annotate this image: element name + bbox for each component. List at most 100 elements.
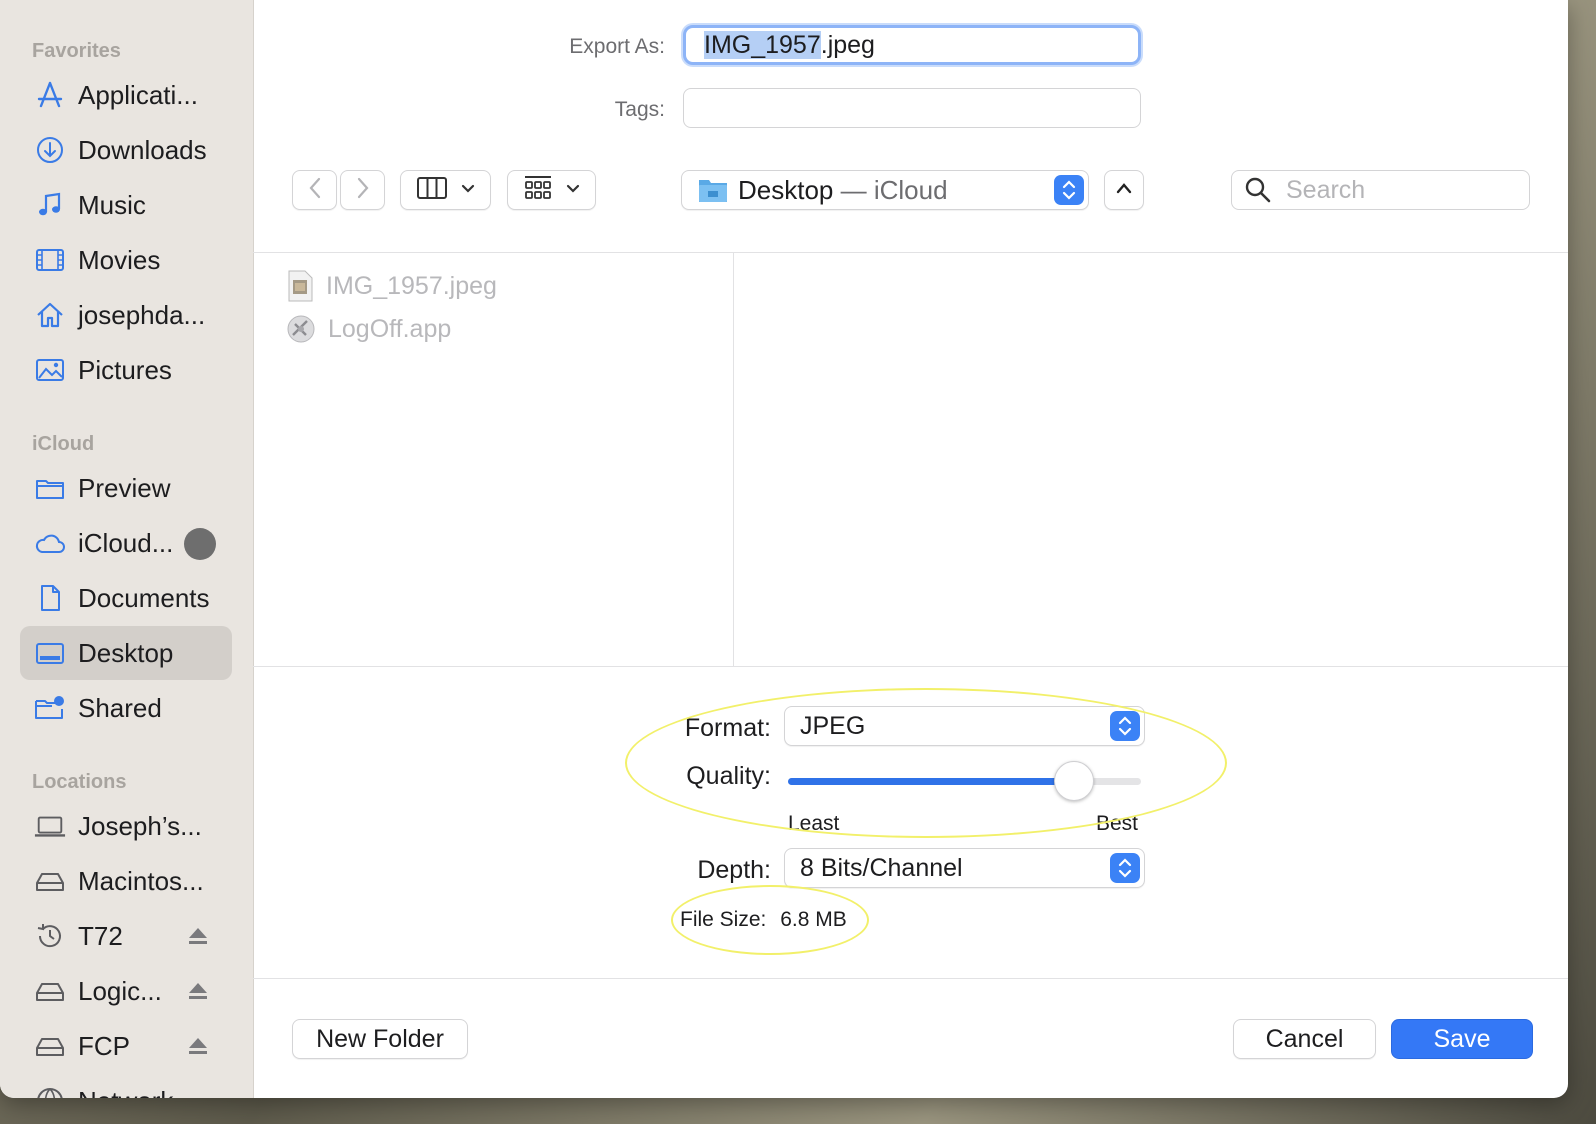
sidebar-item-macintosh-hd[interactable]: Macintos... — [20, 854, 232, 908]
sidebar-section-icloud: iCloud — [32, 433, 95, 455]
export-dialog: Favorites Applicati... Downloads Music M… — [0, 0, 1568, 1098]
sidebar-item-downloads[interactable]: Downloads — [20, 123, 232, 177]
sidebar-item-label: Logic... — [78, 975, 162, 1006]
depth-popup[interactable]: 8 Bits/Channel — [784, 848, 1145, 888]
eject-icon[interactable] — [186, 924, 210, 948]
file-item[interactable]: LogOff.app — [286, 311, 451, 347]
tags-label: Tags: — [614, 98, 665, 121]
sidebar-item-label: Documents — [78, 582, 210, 613]
eject-icon[interactable] — [186, 1034, 210, 1058]
sidebar-item-music[interactable]: Music — [20, 178, 232, 232]
sidebar-item-label: Downloads — [78, 134, 207, 165]
sidebar-item-desktop[interactable]: Desktop — [20, 626, 232, 680]
sidebar-item-pictures[interactable]: Pictures — [20, 343, 232, 397]
file-item[interactable]: IMG_1957.jpeg — [286, 268, 497, 304]
sidebar-section-locations: Locations — [32, 771, 127, 793]
sidebar-item-applications[interactable]: Applicati... — [20, 68, 232, 122]
sidebar-item-label: josephda... — [78, 299, 206, 330]
search-input[interactable] — [1284, 174, 1518, 206]
drive-icon — [34, 1030, 66, 1062]
view-mode-button[interactable] — [400, 170, 491, 210]
sidebar-section-favorites: Favorites — [32, 40, 121, 62]
annotation-ellipse — [625, 688, 1227, 838]
back-button[interactable] — [292, 170, 337, 210]
save-button[interactable]: Save — [1391, 1019, 1533, 1059]
sidebar-item-shared[interactable]: Shared — [20, 681, 232, 735]
sidebar-item-network[interactable]: Network — [20, 1074, 232, 1098]
document-icon — [34, 582, 66, 614]
sidebar-item-label: iCloud... — [78, 527, 174, 558]
annotation-ellipse — [671, 885, 869, 955]
filename-selected-text: IMG_1957 — [704, 31, 821, 59]
downloads-icon — [34, 134, 66, 166]
filename-extension: .jpeg — [820, 31, 875, 59]
sidebar-item-label: Macintos... — [78, 865, 204, 896]
sidebar-item-documents[interactable]: Documents — [20, 571, 232, 625]
shared-folder-icon — [34, 692, 66, 724]
export-as-field[interactable]: IMG_1957.jpeg — [683, 25, 1141, 65]
location-popup[interactable]: Desktop — iCloud — [681, 170, 1089, 210]
drive-icon — [34, 865, 66, 897]
sync-progress-icon — [184, 528, 216, 560]
search-field[interactable] — [1231, 170, 1530, 210]
sidebar-item-movies[interactable]: Movies — [20, 233, 232, 287]
home-icon — [34, 299, 66, 331]
network-icon — [34, 1085, 66, 1098]
sidebar-item-fcp[interactable]: FCP — [20, 1019, 232, 1073]
sidebar-item-t72[interactable]: T72 — [20, 909, 232, 963]
movies-icon — [34, 244, 66, 276]
sidebar-item-label: Network — [78, 1086, 173, 1099]
eject-icon[interactable] — [186, 979, 210, 1003]
chevron-down-icon — [566, 181, 580, 199]
pictures-icon — [34, 354, 66, 386]
sidebar-item-home[interactable]: josephda... — [20, 288, 232, 342]
sidebar-item-label: T72 — [78, 920, 123, 951]
sidebar-item-icloud-drive[interactable]: iCloud... — [20, 516, 232, 570]
sidebar-item-josephs-mac[interactable]: Joseph’s... — [20, 799, 232, 853]
cancel-button[interactable]: Cancel — [1233, 1019, 1376, 1059]
forward-button[interactable] — [340, 170, 385, 210]
folder-icon — [698, 177, 728, 203]
depth-value: 8 Bits/Channel — [800, 853, 963, 882]
cloud-icon — [34, 527, 66, 559]
file-name: IMG_1957.jpeg — [326, 271, 497, 300]
music-icon — [34, 189, 66, 221]
location-separator: — — [833, 174, 874, 205]
sidebar-item-label: Pictures — [78, 354, 172, 385]
sidebar-item-label: Applicati... — [78, 79, 198, 110]
chevron-left-icon — [308, 177, 322, 204]
app-icon — [286, 314, 316, 344]
location-cloud: iCloud — [873, 174, 948, 205]
group-by-button[interactable] — [507, 170, 596, 210]
jpeg-file-icon — [286, 270, 314, 302]
new-folder-button[interactable]: New Folder — [292, 1019, 468, 1059]
divider — [253, 978, 1568, 979]
up-down-stepper-icon — [1054, 175, 1084, 205]
drive-icon — [34, 975, 66, 1007]
columns-view-icon — [416, 176, 447, 204]
sidebar-item-label: Desktop — [78, 637, 174, 668]
time-machine-icon — [34, 920, 66, 952]
desktop-icon — [34, 637, 66, 669]
column-divider — [733, 253, 734, 666]
sidebar-item-label: Joseph’s... — [78, 810, 202, 841]
sidebar-item-logic[interactable]: Logic... — [20, 964, 232, 1018]
chevron-down-icon — [461, 181, 475, 199]
applications-icon — [34, 79, 66, 111]
export-as-label: Export As: — [569, 35, 665, 58]
grid-group-icon — [524, 175, 552, 206]
sidebar-item-preview[interactable]: Preview — [20, 461, 232, 515]
folder-icon — [34, 472, 66, 504]
sidebar-item-label: FCP — [78, 1030, 130, 1061]
sidebar-item-label: Movies — [78, 244, 161, 275]
sidebar-item-label: Preview — [78, 472, 171, 503]
file-name: LogOff.app — [328, 314, 452, 343]
location-name: Desktop — [738, 174, 834, 205]
tags-field[interactable] — [683, 88, 1141, 128]
depth-label: Depth: — [697, 856, 771, 884]
sidebar: Favorites Applicati... Downloads Music M… — [0, 0, 254, 1098]
expand-collapse-button[interactable] — [1104, 170, 1144, 210]
laptop-icon — [34, 810, 66, 842]
chevron-right-icon — [356, 177, 370, 204]
chevron-up-icon — [1116, 181, 1132, 199]
